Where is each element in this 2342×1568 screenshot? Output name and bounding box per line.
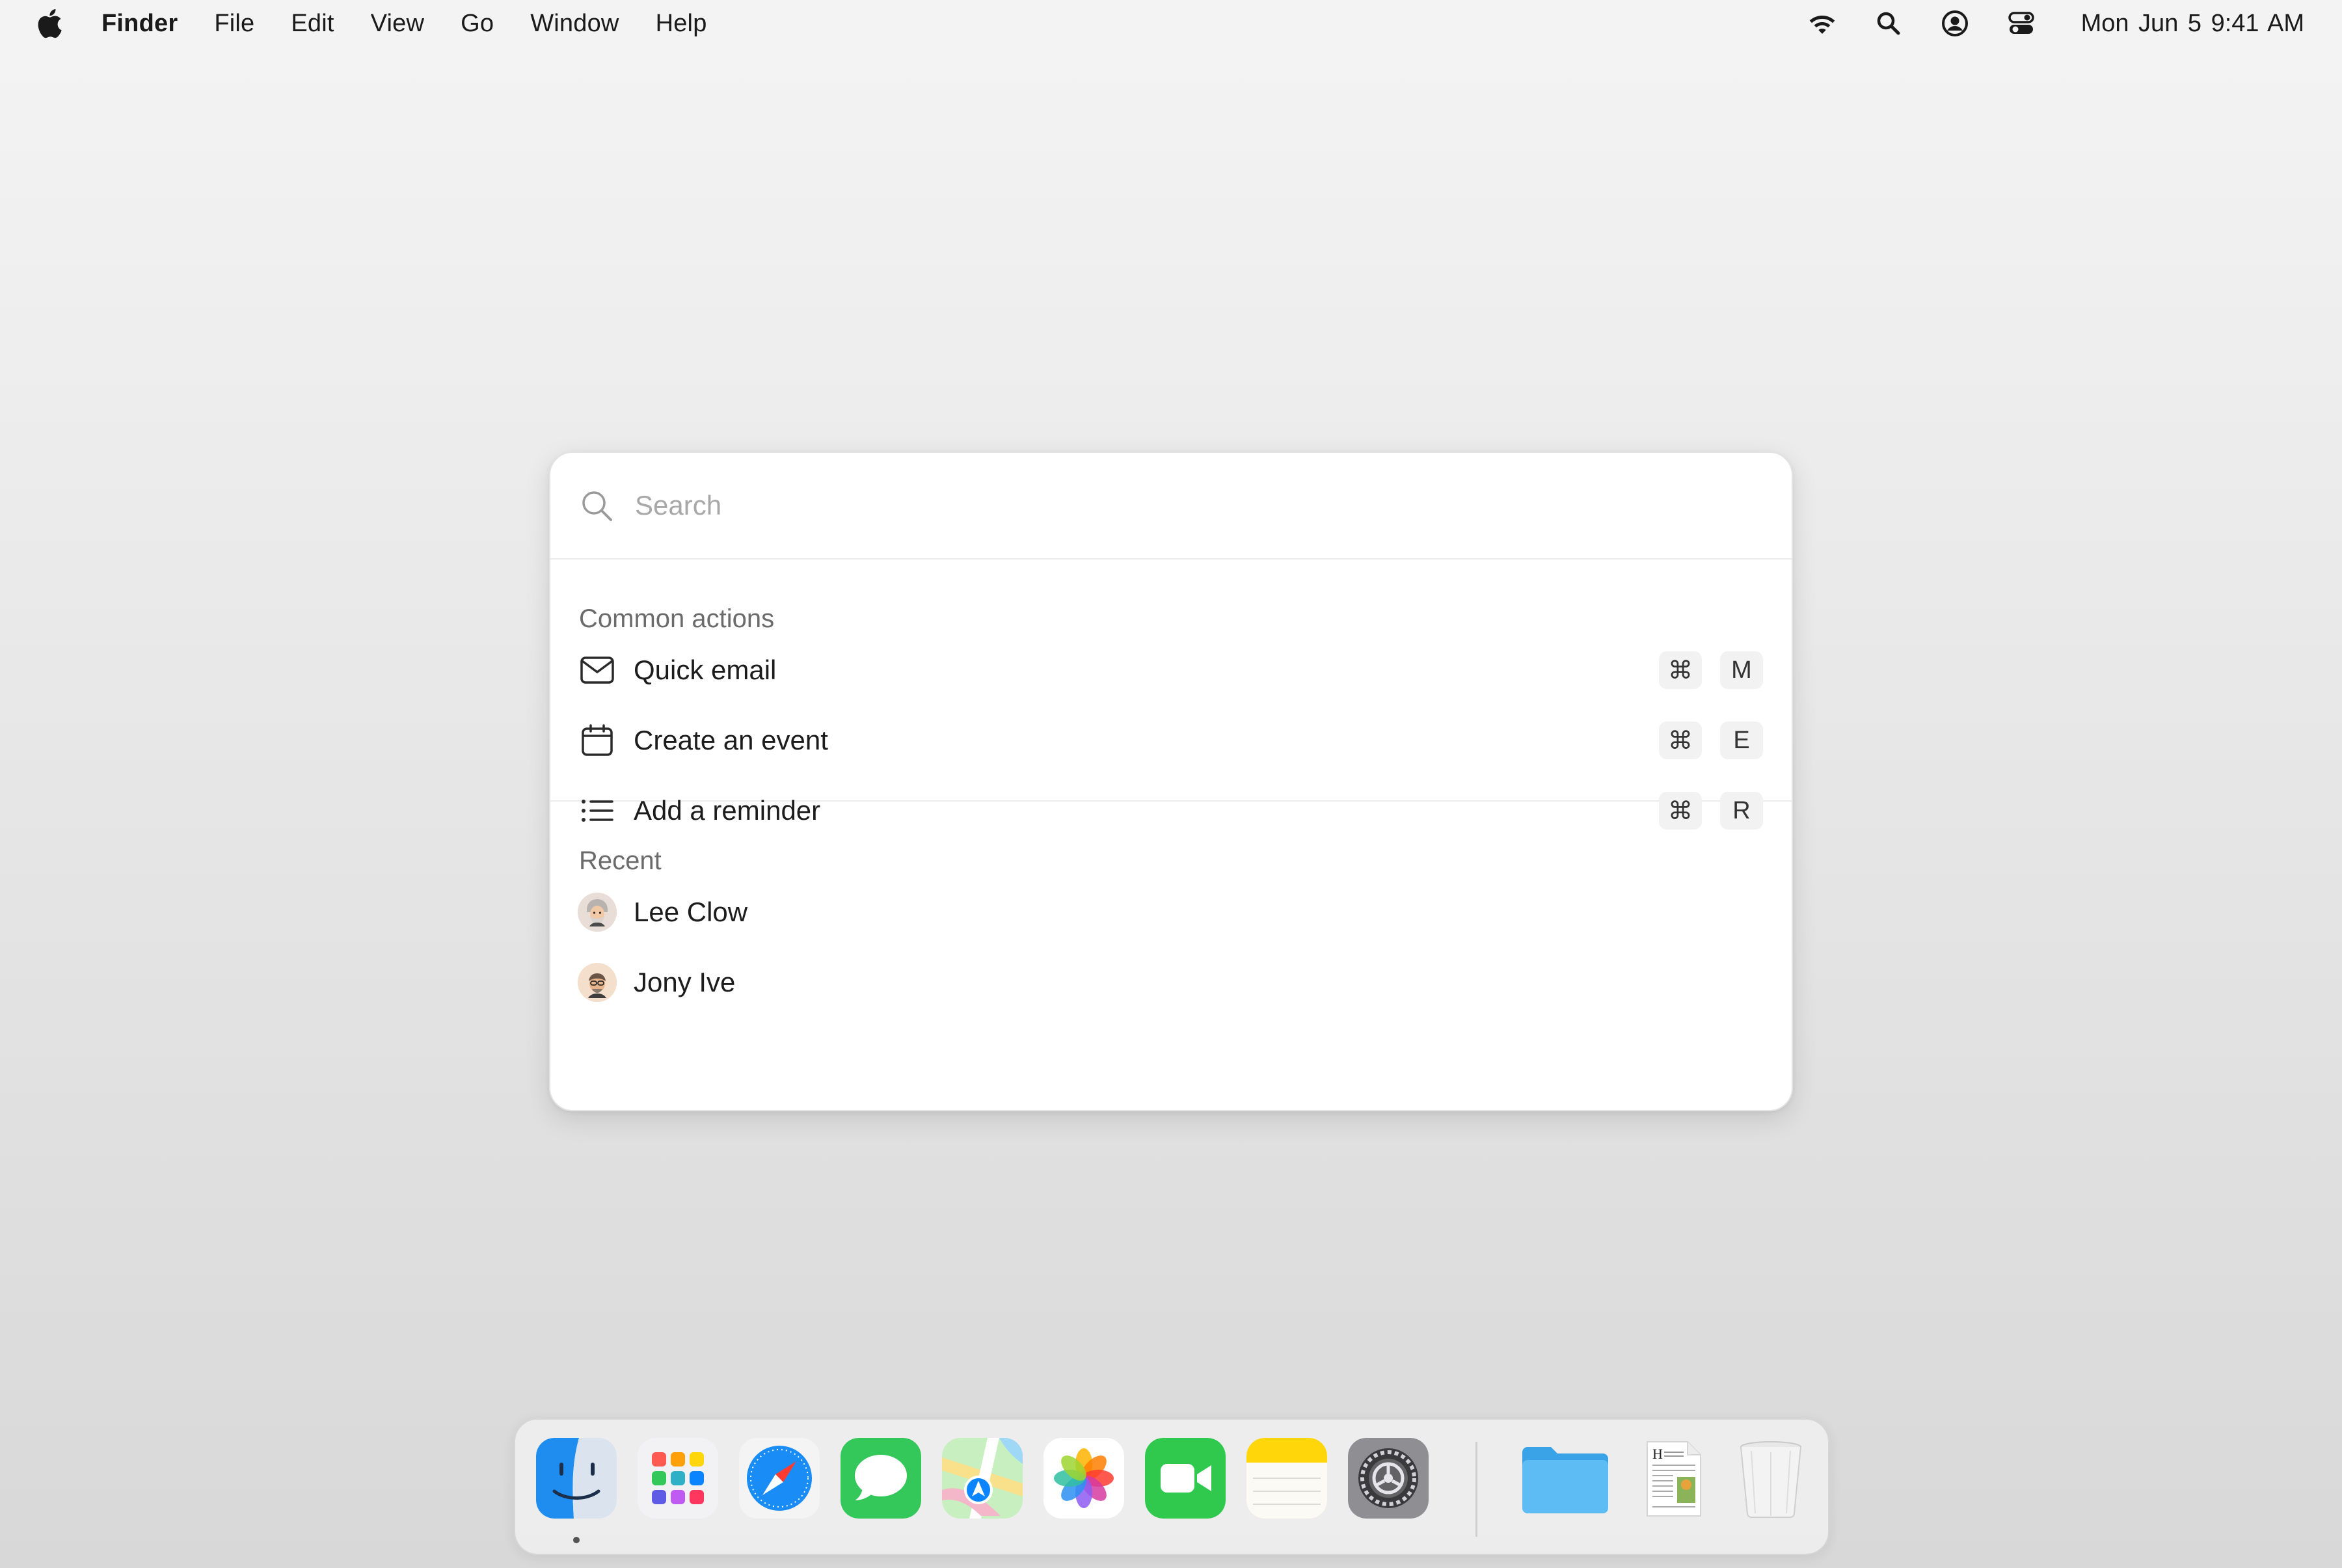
shortcut-modifier-key: ⌘ bbox=[1659, 722, 1702, 759]
dock-system-settings[interactable] bbox=[1348, 1438, 1429, 1519]
shortcut-modifier-key: ⌘ bbox=[1659, 651, 1702, 689]
menu-window[interactable]: Window bbox=[530, 10, 619, 38]
menu-bar-left: Finder File Edit View Go Window Help bbox=[0, 0, 744, 47]
palette-search-row bbox=[550, 453, 1792, 560]
recent-item-jony-ive[interactable]: Jony Ive bbox=[578, 947, 1763, 1018]
recent-section: Recent Lee Clow Jony Ive bbox=[550, 802, 1792, 1018]
dock-notes[interactable] bbox=[1246, 1438, 1327, 1519]
menu-edit[interactable]: Edit bbox=[291, 10, 334, 38]
trash-icon bbox=[1740, 1441, 1801, 1518]
dock-facetime[interactable] bbox=[1145, 1438, 1226, 1519]
menu-go[interactable]: Go bbox=[461, 10, 494, 38]
spotlight-search-icon[interactable] bbox=[1872, 7, 1905, 40]
menu-file[interactable]: File bbox=[214, 10, 254, 38]
dock-messages[interactable] bbox=[841, 1438, 921, 1519]
shortcut-modifier-key: ⌘ bbox=[1659, 792, 1702, 830]
menu-app-finder[interactable]: Finder bbox=[101, 10, 178, 38]
action-label: Quick email bbox=[634, 655, 777, 685]
recent-label: Jony Ive bbox=[634, 967, 736, 997]
svg-text:H: H bbox=[1652, 1446, 1663, 1462]
menu-bar-clock[interactable]: Mon Jun 5 9:41 AM bbox=[2081, 10, 2304, 38]
avatar-icon bbox=[578, 963, 617, 1002]
dock-photos[interactable] bbox=[1043, 1438, 1124, 1519]
wifi-icon[interactable] bbox=[1805, 7, 1839, 40]
settings-gear-icon bbox=[1348, 1438, 1429, 1519]
dock-trash[interactable] bbox=[1730, 1438, 1811, 1519]
recent-item-lee-clow[interactable]: Lee Clow bbox=[578, 877, 1763, 947]
launchpad-icon bbox=[638, 1438, 718, 1519]
envelope-icon bbox=[579, 652, 615, 688]
common-actions-heading: Common actions bbox=[579, 604, 775, 633]
search-icon bbox=[579, 487, 615, 524]
dock: H bbox=[514, 1418, 1829, 1555]
menu-view[interactable]: View bbox=[371, 10, 424, 38]
dock-finder[interactable] bbox=[536, 1438, 617, 1519]
recent-heading: Recent bbox=[579, 846, 662, 875]
recent-label: Lee Clow bbox=[634, 897, 748, 927]
running-indicator bbox=[573, 1537, 580, 1543]
action-quick-email[interactable]: Quick email ⌘ M bbox=[579, 635, 1763, 705]
maps-icon bbox=[942, 1438, 1023, 1519]
avatar-icon bbox=[578, 893, 617, 932]
list-icon bbox=[579, 792, 615, 829]
common-actions-section: Common actions Quick email ⌘ M Create an… bbox=[550, 560, 1792, 830]
dock-document[interactable]: H bbox=[1633, 1438, 1714, 1519]
command-palette: Common actions Quick email ⌘ M bbox=[549, 452, 1793, 1111]
finder-icon bbox=[536, 1438, 617, 1519]
folder-icon bbox=[1522, 1447, 1608, 1513]
photos-icon bbox=[1043, 1438, 1124, 1519]
user-account-icon[interactable] bbox=[1938, 7, 1972, 40]
notes-icon bbox=[1246, 1438, 1327, 1519]
messages-icon bbox=[841, 1438, 921, 1519]
dock-maps[interactable] bbox=[942, 1438, 1023, 1519]
control-center-icon[interactable] bbox=[2004, 7, 2038, 40]
shortcut-key: R bbox=[1720, 792, 1763, 830]
calendar-icon bbox=[579, 722, 615, 759]
menu-bar: Finder File Edit View Go Window Help Mon… bbox=[0, 0, 2342, 47]
dock-separator bbox=[1475, 1442, 1477, 1537]
dock-launchpad[interactable] bbox=[638, 1438, 718, 1519]
search-input[interactable] bbox=[634, 489, 1677, 522]
menu-bar-right: Mon Jun 5 9:41 AM bbox=[1773, 0, 2304, 47]
dock-folder[interactable] bbox=[1518, 1438, 1612, 1519]
action-label: Add a reminder bbox=[634, 795, 821, 826]
apple-logo-icon[interactable] bbox=[36, 7, 65, 40]
action-create-event[interactable]: Create an event ⌘ E bbox=[579, 705, 1763, 776]
safari-icon bbox=[739, 1438, 820, 1519]
shortcut-key: M bbox=[1720, 651, 1763, 689]
facetime-icon bbox=[1145, 1438, 1226, 1519]
shortcut-key: E bbox=[1720, 722, 1763, 759]
menu-help[interactable]: Help bbox=[656, 10, 707, 38]
document-icon: H bbox=[1647, 1441, 1701, 1517]
dock-safari[interactable] bbox=[739, 1438, 820, 1519]
action-label: Create an event bbox=[634, 725, 828, 755]
